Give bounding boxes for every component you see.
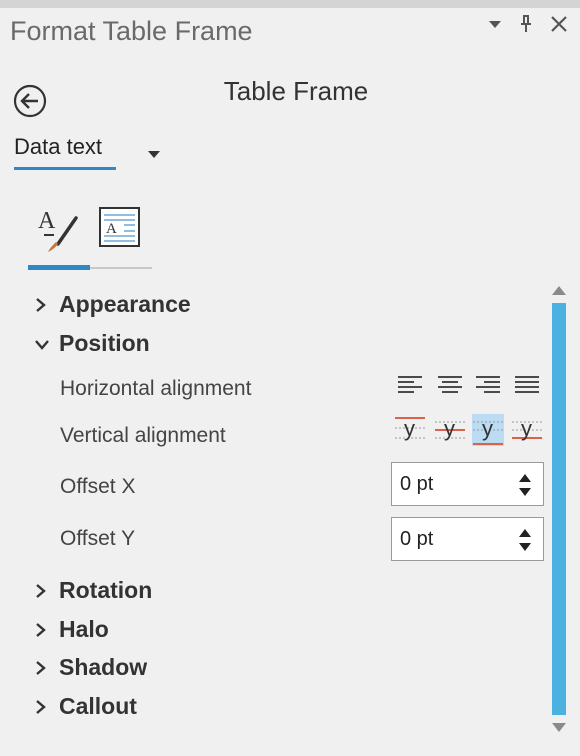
valign-top-icon: y (395, 416, 425, 441)
close-button[interactable] (550, 15, 568, 33)
align-left-button[interactable] (394, 369, 426, 401)
tab-divider (90, 267, 152, 269)
group-appearance-label: Appearance (59, 291, 191, 317)
group-halo[interactable]: Halo (34, 616, 109, 643)
align-left-icon (398, 376, 422, 393)
align-right-button[interactable] (472, 369, 504, 401)
valign-bottom-button[interactable]: y (511, 414, 543, 446)
svg-text:y: y (404, 416, 415, 441)
window-controls (488, 14, 568, 34)
group-halo-label: Halo (59, 616, 109, 642)
text-symbol-icon: A (38, 208, 78, 252)
chevron-right-icon (34, 297, 54, 313)
active-tab-indicator (28, 265, 90, 270)
svg-text:A: A (106, 221, 117, 237)
align-justify-button[interactable] (511, 369, 543, 401)
top-border (0, 0, 580, 8)
group-callout[interactable]: Callout (34, 693, 137, 720)
chevron-right-icon (34, 622, 54, 638)
align-center-button[interactable] (434, 369, 466, 401)
offset-x-label: Offset X (60, 475, 136, 498)
group-appearance[interactable]: Appearance (34, 291, 191, 318)
svg-text:y: y (521, 416, 532, 441)
offset-y-input[interactable]: 0 pt (391, 517, 544, 561)
horizontal-alignment-label: Horizontal alignment (60, 377, 252, 400)
scroll-up-icon (552, 286, 566, 295)
valign-baseline-icon: y (473, 416, 503, 445)
offset-x-value: 0 pt (400, 473, 434, 495)
valign-baseline-button[interactable]: y (472, 414, 504, 446)
group-callout-label: Callout (59, 693, 137, 719)
auto-hide-button[interactable] (518, 14, 534, 34)
group-rotation[interactable]: Rotation (34, 577, 152, 604)
valign-center-icon: y (435, 416, 465, 441)
close-icon (551, 16, 567, 32)
valign-top-button[interactable]: y (394, 414, 426, 446)
group-shadow[interactable]: Shadow (34, 654, 147, 681)
align-right-icon (476, 376, 500, 393)
group-position[interactable]: Position (34, 330, 150, 357)
svg-text:A: A (38, 208, 56, 234)
offset-y-label: Offset Y (60, 527, 136, 550)
group-position-label: Position (59, 330, 150, 356)
pin-icon (521, 15, 531, 32)
spinner-arrows-icon[interactable] (517, 524, 533, 556)
valign-bottom-icon: y (512, 416, 542, 441)
element-selector-dropdown[interactable] (147, 146, 161, 164)
chevron-right-icon (34, 660, 54, 676)
chevron-right-icon (34, 583, 54, 599)
group-shadow-label: Shadow (59, 654, 148, 680)
section-title: Table Frame (223, 76, 369, 106)
align-justify-icon (515, 376, 539, 393)
offset-y-value: 0 pt (400, 528, 434, 550)
pane-title: Format Table Frame (10, 16, 253, 46)
element-selector[interactable]: Data text (14, 134, 102, 160)
svg-text:y: y (444, 416, 455, 441)
chevron-down-icon (489, 21, 501, 28)
offset-x-input[interactable]: 0 pt (391, 462, 544, 506)
vertical-alignment-label: Vertical alignment (60, 424, 226, 447)
tab-text-properties[interactable]: A (98, 206, 142, 255)
text-properties-icon: A (99, 207, 140, 247)
scrollbar-thumb[interactable] (552, 303, 566, 715)
element-selector-underline (14, 167, 116, 170)
align-center-icon (438, 376, 462, 393)
svg-text:y: y (482, 416, 493, 441)
chevron-right-icon (34, 699, 54, 715)
scroll-up-button[interactable] (549, 283, 569, 302)
chevron-down-icon (148, 151, 160, 158)
valign-center-button[interactable]: y (434, 414, 466, 446)
group-rotation-label: Rotation (59, 577, 153, 603)
scroll-down-icon (552, 723, 566, 732)
chevron-down-icon (34, 338, 54, 350)
tab-text-symbol[interactable]: A (36, 206, 84, 261)
spinner-arrows-icon[interactable] (517, 469, 533, 501)
options-menu-button[interactable] (488, 19, 502, 29)
scroll-down-button[interactable] (549, 721, 569, 740)
